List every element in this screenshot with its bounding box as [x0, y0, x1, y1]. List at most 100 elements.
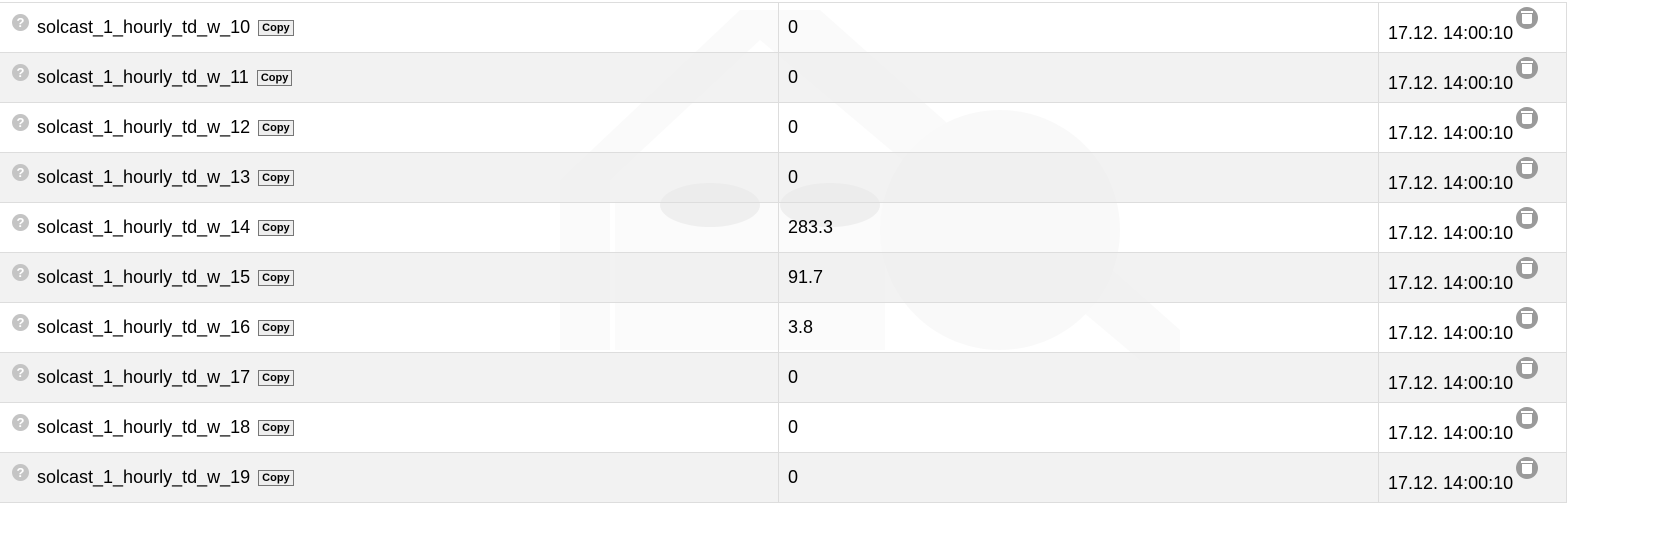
question-circle-icon[interactable]: ?: [12, 314, 29, 331]
state-time-cell: 17.12. 14:00:10: [1378, 352, 1567, 403]
state-value-cell: 0: [778, 52, 1379, 103]
copy-button[interactable]: Copy: [258, 420, 294, 437]
state-value: 283.3: [788, 217, 834, 237]
state-timestamp: 17.12. 14:00:10: [1388, 122, 1514, 143]
state-time-cell: 17.12. 14:00:10: [1378, 202, 1567, 253]
copy-button[interactable]: Copy: [258, 270, 294, 287]
copy-button[interactable]: Copy: [258, 20, 294, 37]
trash-icon[interactable]: [1516, 456, 1539, 479]
states-table: ? solcast_1_hourly_td_w_10 Copy 0 17.12. 1…: [0, 2, 1567, 503]
state-name-cell: ? solcast_1_hourly_td_w_19 Copy: [0, 452, 779, 503]
state-value-cell: 91.7: [778, 252, 1379, 303]
copy-button[interactable]: Copy: [258, 170, 294, 187]
state-value-cell: 283.3: [778, 202, 1379, 253]
state-name-cell: ? solcast_1_hourly_td_w_13 Copy: [0, 152, 779, 203]
trash-icon[interactable]: [1516, 106, 1539, 129]
state-value: 0: [788, 467, 799, 487]
table-row: ? solcast_1_hourly_td_w_12 Copy 0 17.12. 1…: [0, 102, 1567, 153]
trash-icon[interactable]: [1516, 306, 1539, 329]
state-name: solcast_1_hourly_td_w_12: [37, 117, 251, 137]
state-name-cell: ? solcast_1_hourly_td_w_18 Copy: [0, 402, 779, 453]
state-value-cell: 0: [778, 352, 1379, 403]
state-value: 3.8: [788, 317, 814, 337]
state-value-cell: 0: [778, 152, 1379, 203]
question-circle-icon[interactable]: ?: [12, 164, 29, 181]
state-timestamp: 17.12. 14:00:10: [1388, 222, 1514, 243]
table-row: ? solcast_1_hourly_td_w_19 Copy 0 17.12. 1…: [0, 452, 1567, 503]
state-timestamp: 17.12. 14:00:10: [1388, 472, 1514, 493]
state-timestamp: 17.12. 14:00:10: [1388, 22, 1514, 43]
copy-button[interactable]: Copy: [258, 320, 294, 337]
state-name: solcast_1_hourly_td_w_19: [37, 467, 251, 487]
table-row: ? solcast_1_hourly_td_w_11 Copy 0 17.12. 1…: [0, 52, 1567, 103]
state-name: solcast_1_hourly_td_w_11: [37, 67, 249, 87]
state-name-cell: ? solcast_1_hourly_td_w_10 Copy: [0, 2, 779, 53]
table-row: ? solcast_1_hourly_td_w_14 Copy 283.3 17.1…: [0, 202, 1567, 253]
state-name: solcast_1_hourly_td_w_10: [37, 17, 251, 37]
state-value: 0: [788, 17, 799, 37]
copy-button[interactable]: Copy: [258, 370, 294, 387]
question-circle-icon[interactable]: ?: [12, 14, 29, 31]
state-time-cell: 17.12. 14:00:10: [1378, 102, 1567, 153]
state-timestamp: 17.12. 14:00:10: [1388, 172, 1514, 193]
state-value-cell: 0: [778, 452, 1379, 503]
state-name: solcast_1_hourly_td_w_18: [37, 417, 251, 437]
state-name-cell: ? solcast_1_hourly_td_w_16 Copy: [0, 302, 779, 353]
question-circle-icon[interactable]: ?: [12, 264, 29, 281]
state-value-cell: 0: [778, 102, 1379, 153]
state-name: solcast_1_hourly_td_w_14: [37, 217, 251, 237]
state-name: solcast_1_hourly_td_w_17: [37, 367, 251, 387]
state-name: solcast_1_hourly_td_w_13: [37, 167, 251, 187]
state-value: 0: [788, 167, 799, 187]
trash-icon[interactable]: [1516, 156, 1539, 179]
table-row: ? solcast_1_hourly_td_w_18 Copy 0 17.12. 1…: [0, 402, 1567, 453]
state-value-cell: 0: [778, 2, 1379, 53]
state-time-cell: 17.12. 14:00:10: [1378, 302, 1567, 353]
state-name: solcast_1_hourly_td_w_15: [37, 267, 251, 287]
question-circle-icon[interactable]: ?: [12, 64, 29, 81]
trash-icon[interactable]: [1516, 406, 1539, 429]
table-row: ? solcast_1_hourly_td_w_17 Copy 0 17.12. 1…: [0, 352, 1567, 403]
question-circle-icon[interactable]: ?: [12, 364, 29, 381]
state-time-cell: 17.12. 14:00:10: [1378, 52, 1567, 103]
table-row: ? solcast_1_hourly_td_w_16 Copy 3.8 17.12.…: [0, 302, 1567, 353]
trash-icon[interactable]: [1516, 56, 1539, 79]
state-timestamp: 17.12. 14:00:10: [1388, 272, 1514, 293]
table-row: ? solcast_1_hourly_td_w_13 Copy 0 17.12. 1…: [0, 152, 1567, 203]
state-time-cell: 17.12. 14:00:10: [1378, 452, 1567, 503]
copy-button[interactable]: Copy: [258, 120, 294, 137]
question-circle-icon[interactable]: ?: [12, 214, 29, 231]
state-timestamp: 17.12. 14:00:10: [1388, 372, 1514, 393]
state-value: 0: [788, 67, 799, 87]
state-value: 0: [788, 417, 799, 437]
state-name-cell: ? solcast_1_hourly_td_w_12 Copy: [0, 102, 779, 153]
state-time-cell: 17.12. 14:00:10: [1378, 402, 1567, 453]
state-name-cell: ? solcast_1_hourly_td_w_17 Copy: [0, 352, 779, 403]
question-circle-icon[interactable]: ?: [12, 414, 29, 431]
question-circle-icon[interactable]: ?: [12, 464, 29, 481]
state-name-cell: ? solcast_1_hourly_td_w_14 Copy: [0, 202, 779, 253]
state-name: solcast_1_hourly_td_w_16: [37, 317, 251, 337]
state-value: 0: [788, 367, 799, 387]
state-time-cell: 17.12. 14:00:10: [1378, 252, 1567, 303]
trash-icon[interactable]: [1516, 356, 1539, 379]
state-time-cell: 17.12. 14:00:10: [1378, 2, 1567, 53]
table-row: ? solcast_1_hourly_td_w_10 Copy 0 17.12. 1…: [0, 2, 1567, 53]
state-value-cell: 0: [778, 402, 1379, 453]
state-timestamp: 17.12. 14:00:10: [1388, 72, 1514, 93]
state-value-cell: 3.8: [778, 302, 1379, 353]
state-value: 0: [788, 117, 799, 137]
copy-button[interactable]: Copy: [256, 70, 293, 87]
trash-icon[interactable]: [1516, 256, 1539, 279]
trash-icon[interactable]: [1516, 6, 1539, 29]
copy-button[interactable]: Copy: [258, 470, 294, 487]
state-name-cell: ? solcast_1_hourly_td_w_11 Copy: [0, 52, 779, 103]
state-time-cell: 17.12. 14:00:10: [1378, 152, 1567, 203]
state-timestamp: 17.12. 14:00:10: [1388, 322, 1514, 343]
state-name-cell: ? solcast_1_hourly_td_w_15 Copy: [0, 252, 779, 303]
copy-button[interactable]: Copy: [258, 220, 294, 237]
state-timestamp: 17.12. 14:00:10: [1388, 422, 1514, 443]
trash-icon[interactable]: [1516, 206, 1539, 229]
table-row: ? solcast_1_hourly_td_w_15 Copy 91.7 17.12…: [0, 252, 1567, 303]
question-circle-icon[interactable]: ?: [12, 114, 29, 131]
